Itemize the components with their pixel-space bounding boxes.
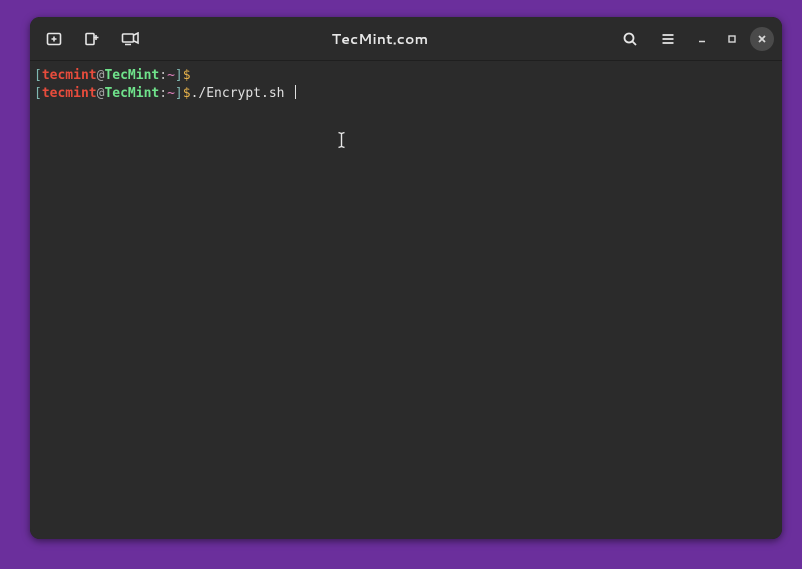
prompt-dir: ~	[167, 68, 175, 83]
prompt-dir: ~	[167, 86, 175, 101]
prompt-open-bracket: [	[34, 68, 42, 83]
close-button[interactable]	[750, 27, 774, 51]
search-button[interactable]	[614, 23, 646, 55]
broadcast-icon	[121, 32, 139, 46]
prompt-colon: :	[159, 86, 167, 101]
new-window-button[interactable]	[76, 23, 108, 55]
terminal-body[interactable]: [tecmint@TecMint:~]$ [tecmint@TecMint:~]…	[30, 61, 782, 539]
command-text: ./Encrypt.sh	[191, 86, 293, 101]
new-tab-button[interactable]	[38, 23, 70, 55]
hamburger-menu-icon	[660, 31, 676, 47]
prompt-dollar: $	[183, 86, 191, 101]
terminal-window: TecMint.com	[30, 17, 782, 539]
prompt-host: TecMint	[104, 86, 159, 101]
prompt-user: tecmint	[42, 86, 97, 101]
prompt-host: TecMint	[104, 68, 159, 83]
titlebar-right-controls	[614, 23, 774, 55]
maximize-icon	[726, 33, 738, 45]
titlebar: TecMint.com	[30, 17, 782, 61]
titlebar-left-controls	[38, 23, 146, 55]
broadcast-button[interactable]	[114, 23, 146, 55]
terminal-line: [tecmint@TecMint:~]$	[34, 67, 782, 85]
new-window-icon	[84, 31, 100, 47]
maximize-button[interactable]	[720, 27, 744, 51]
minimize-icon	[696, 33, 708, 45]
window-title: TecMint.com	[152, 29, 608, 49]
prompt-dollar: $	[183, 68, 191, 83]
prompt-close-bracket: ]	[175, 86, 183, 101]
new-tab-icon	[46, 31, 62, 47]
prompt-user: tecmint	[42, 68, 97, 83]
menu-button[interactable]	[652, 23, 684, 55]
prompt-open-bracket: [	[34, 86, 42, 101]
prompt-close-bracket: ]	[175, 68, 183, 83]
terminal-cursor	[295, 85, 296, 99]
search-icon	[622, 31, 638, 47]
text-cursor-ibeam-icon	[337, 131, 346, 149]
terminal-line: [tecmint@TecMint:~]$./Encrypt.sh	[34, 85, 782, 103]
close-icon	[756, 33, 768, 45]
minimize-button[interactable]	[690, 27, 714, 51]
prompt-colon: :	[159, 68, 167, 83]
